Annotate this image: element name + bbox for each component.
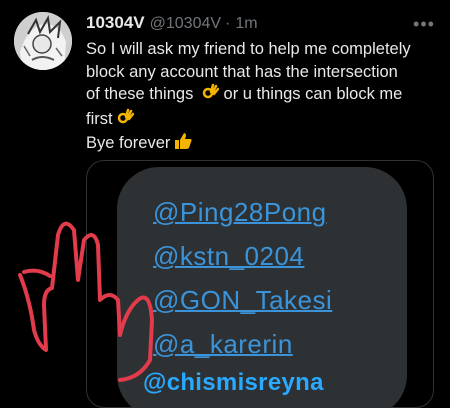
- mention-link: @a_karerin: [153, 329, 293, 359]
- tweet-text-line-5: first: [86, 109, 113, 128]
- tweet-text-line-6: Bye forever: [86, 134, 171, 152]
- mention-link: @GON_Takesi: [153, 285, 333, 315]
- tweet-media[interactable]: @Ping28Pong @kstn_0204 @GON_Takesi @a_ka…: [86, 160, 434, 408]
- thumbs-up-emoji: [173, 132, 193, 157]
- mention-link: @Ping28Pong: [153, 197, 327, 227]
- user-handle[interactable]: @10304V: [150, 15, 221, 33]
- display-name[interactable]: 10304V: [86, 13, 145, 33]
- avatar[interactable]: [14, 12, 72, 70]
- ok-hand-emoji: [116, 108, 134, 133]
- ok-hand-emoji: [201, 83, 220, 108]
- tweet-text-line-4: or u things can block me: [223, 85, 403, 103]
- watermark-caption: @chismisreyna: [143, 369, 324, 396]
- tweet-text-line-1: So I will ask my friend to help me compl…: [86, 40, 411, 58]
- more-options-button[interactable]: •••: [412, 12, 436, 36]
- tweet-header: 10304V @10304V · 1m: [86, 13, 258, 35]
- tweet[interactable]: 10304V @10304V · 1m ••• So I will ask my…: [0, 0, 450, 408]
- more-horizontal-icon: •••: [413, 13, 435, 34]
- mention-link: @kstn_0204: [153, 241, 305, 271]
- separator-dot: ·: [225, 15, 231, 32]
- timestamp[interactable]: 1m: [235, 15, 257, 33]
- tweet-text-line-2: block any account that has the intersect…: [86, 62, 398, 81]
- avatar-image: [14, 12, 72, 70]
- tweet-text-line-3: of these things: [86, 85, 194, 103]
- tweet-text: So I will ask my friend to help me compl…: [86, 38, 436, 157]
